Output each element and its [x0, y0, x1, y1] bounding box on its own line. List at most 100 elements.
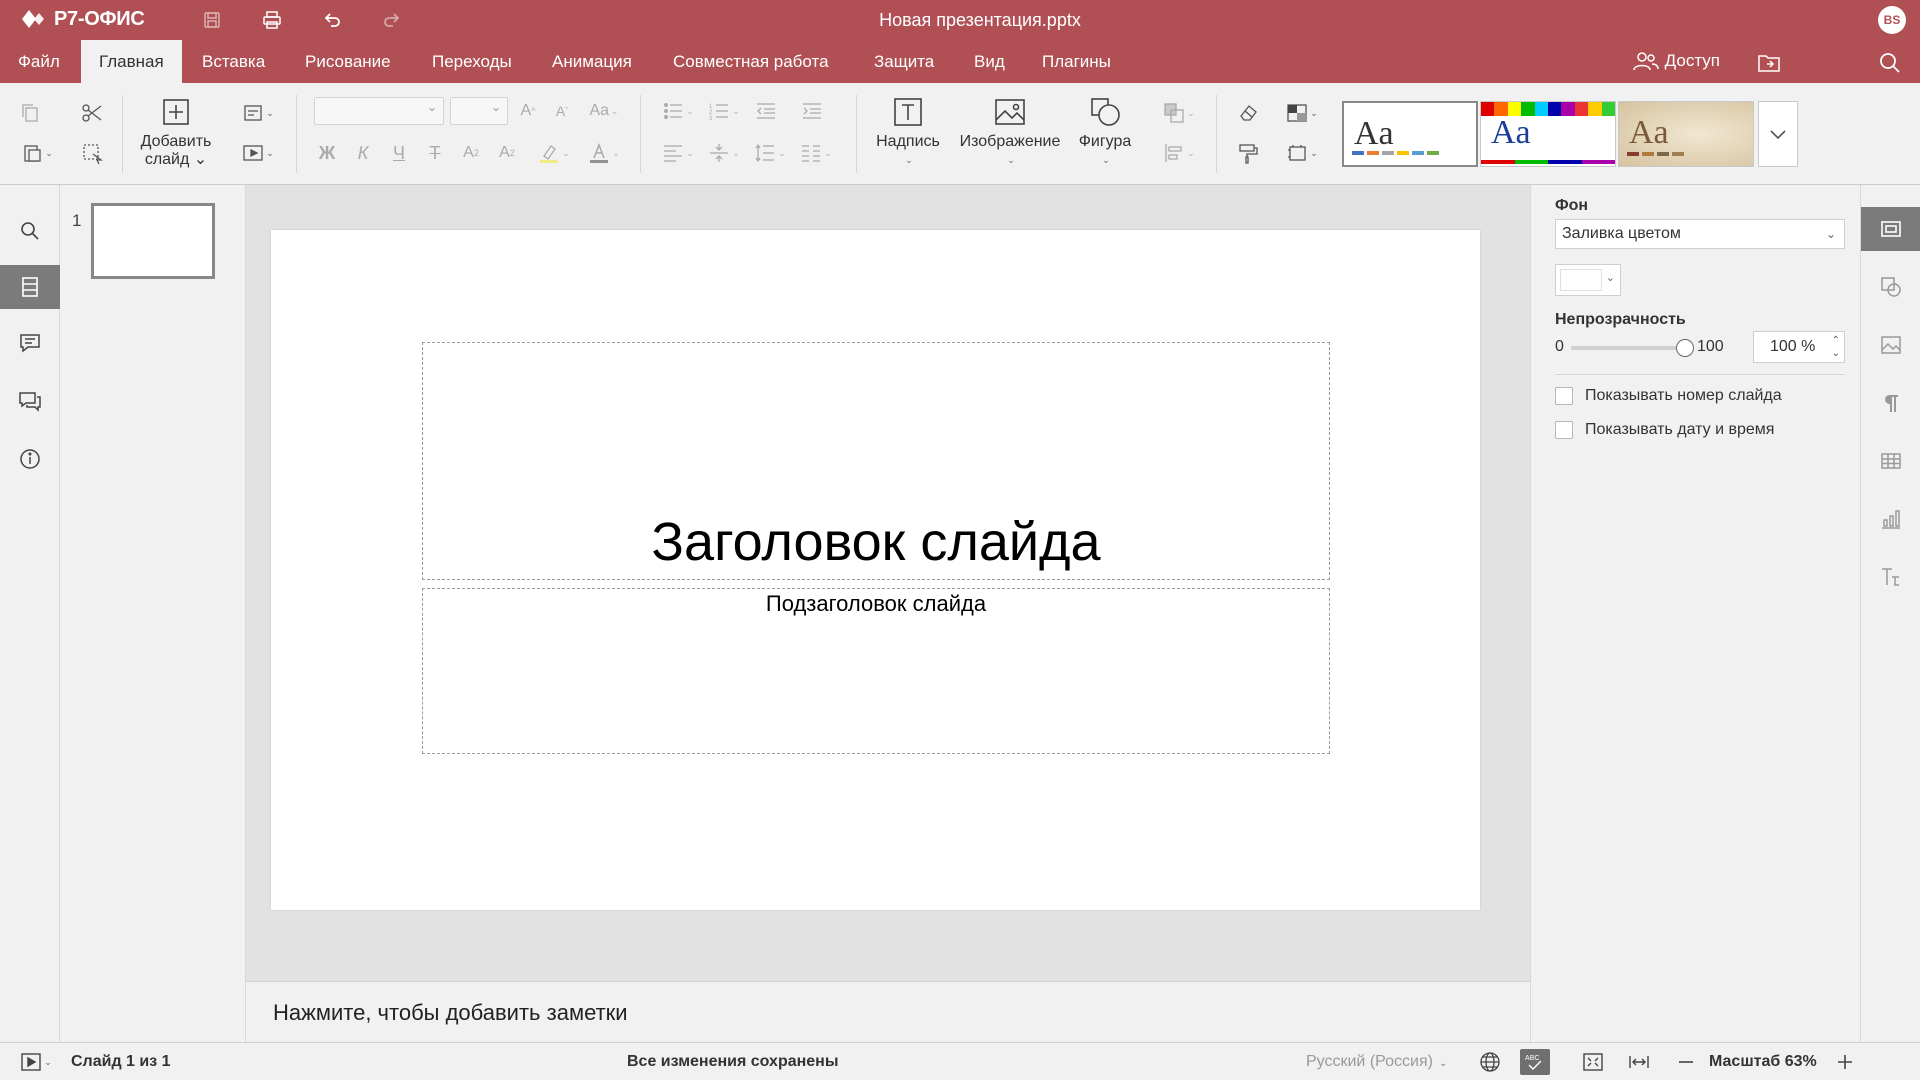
bold-icon[interactable]: Ж: [314, 139, 340, 167]
opacity-slider-track[interactable]: [1571, 346, 1689, 350]
theme-bottom-bands: [1481, 160, 1615, 164]
tab-draw[interactable]: Рисование: [287, 40, 409, 83]
image-button[interactable]: Изображение ⌄: [952, 95, 1068, 169]
search-icon[interactable]: [1878, 52, 1902, 74]
font-family-select[interactable]: [314, 97, 444, 125]
arrange-icon[interactable]: ⌄: [1158, 99, 1200, 127]
themes-more-button[interactable]: [1758, 101, 1798, 167]
underline-icon[interactable]: Ч: [386, 139, 412, 167]
show-slide-number-checkbox[interactable]: [1555, 387, 1573, 405]
tab-protection[interactable]: Защита: [856, 40, 952, 83]
zoom-out-icon[interactable]: [1673, 1050, 1699, 1074]
document-title: Новая презентация.pptx: [879, 10, 1081, 30]
paste-icon[interactable]: ⌄: [14, 139, 60, 167]
subtitle-placeholder[interactable]: Подзаголовок слайда: [422, 588, 1330, 754]
notes-area[interactable]: Нажмите, чтобы добавить заметки: [246, 981, 1530, 1042]
align-shapes-icon[interactable]: ⌄: [1158, 139, 1200, 167]
select-all-icon[interactable]: [78, 139, 106, 167]
slide-title-text[interactable]: Заголовок слайда: [423, 511, 1329, 573]
zoom-level[interactable]: Масштаб 63%: [1709, 1053, 1817, 1071]
decrease-indent-icon[interactable]: [752, 97, 780, 125]
font-size-select[interactable]: [450, 97, 508, 125]
text-art-settings-icon[interactable]: [1861, 555, 1920, 599]
theme-vintage[interactable]: Aa: [1618, 101, 1754, 167]
language-select[interactable]: Русский (Россия) ⌄: [1306, 1053, 1447, 1071]
format-painter-icon[interactable]: [1234, 139, 1262, 167]
add-slide-button[interactable]: Добавить слайд ⌄: [136, 95, 216, 169]
show-date-time-checkbox[interactable]: [1555, 421, 1573, 439]
comments-icon[interactable]: [0, 321, 60, 365]
tab-transitions[interactable]: Переходы: [414, 40, 530, 83]
slide-subtitle-text[interactable]: Подзаголовок слайда: [423, 591, 1329, 617]
font-increase-icon[interactable]: A ^: [516, 97, 540, 125]
image-settings-icon[interactable]: [1861, 323, 1920, 367]
slide-canvas[interactable]: Заголовок слайда Подзаголовок слайда: [271, 230, 1480, 910]
slides-panel-icon[interactable]: [0, 265, 60, 309]
font-color-icon[interactable]: ⌄: [582, 139, 626, 167]
paragraph-settings-icon[interactable]: [1861, 381, 1920, 425]
italic-icon[interactable]: К: [350, 139, 376, 167]
slide-settings-icon[interactable]: [1861, 207, 1920, 251]
tab-view[interactable]: Вид: [956, 40, 1023, 83]
zoom-in-icon[interactable]: [1832, 1050, 1858, 1074]
line-spacing-icon[interactable]: ⌄: [750, 139, 790, 167]
color-scheme-icon[interactable]: ⌄: [1280, 99, 1324, 127]
table-settings-icon[interactable]: [1861, 439, 1920, 483]
shape-button[interactable]: Фигура ⌄: [1072, 95, 1138, 169]
tab-animation[interactable]: Анимация: [534, 40, 650, 83]
fit-width-icon[interactable]: [1626, 1050, 1652, 1074]
highlight-icon[interactable]: ⌄: [532, 139, 576, 167]
tab-insert[interactable]: Вставка: [184, 40, 283, 83]
tab-plugins[interactable]: Плагины: [1024, 40, 1129, 83]
start-slideshow-button[interactable]: ⌄: [16, 1050, 56, 1074]
columns-icon[interactable]: ⌄: [796, 139, 836, 167]
subscript-icon[interactable]: A2: [494, 139, 520, 167]
theme-blank[interactable]: Aa: [1342, 101, 1478, 167]
textbox-label: Надпись: [876, 133, 940, 150]
textbox-button[interactable]: Надпись ⌄: [870, 95, 946, 169]
clear-style-icon[interactable]: [1234, 99, 1262, 127]
theme-colorful[interactable]: Aa: [1480, 101, 1616, 167]
right-sidebar-rail: [1860, 185, 1920, 1042]
tab-file[interactable]: Файл: [0, 40, 78, 83]
shape-settings-icon[interactable]: [1861, 265, 1920, 309]
fit-slide-icon[interactable]: [1580, 1050, 1606, 1074]
copy-icon[interactable]: [16, 99, 44, 127]
tab-collaboration[interactable]: Совместная работа: [655, 40, 847, 83]
access-button[interactable]: Доступ: [1632, 50, 1720, 72]
doc-language-icon[interactable]: [1477, 1050, 1503, 1074]
increase-indent-icon[interactable]: [798, 97, 826, 125]
shape-label: Фигура: [1078, 133, 1132, 150]
chevron-down-icon: ⌄: [1605, 272, 1615, 284]
chat-icon[interactable]: [0, 379, 60, 423]
thumbnail-number: 1: [72, 211, 82, 230]
slide-size-icon[interactable]: ⌄: [1280, 139, 1324, 167]
spellcheck-icon[interactable]: ABC: [1520, 1049, 1550, 1075]
numbering-icon[interactable]: 1 2 3 ⌄: [704, 97, 744, 125]
opacity-slider-handle[interactable]: [1676, 339, 1694, 357]
vertical-align-icon[interactable]: ⌄: [704, 139, 744, 167]
bullets-icon[interactable]: ⌄: [658, 97, 698, 125]
open-location-icon[interactable]: [1757, 52, 1781, 74]
cut-icon[interactable]: [78, 99, 106, 127]
strikethrough-icon[interactable]: Т: [422, 139, 448, 167]
search-panel-icon[interactable]: [0, 209, 60, 253]
align-left-icon[interactable]: ⌄: [658, 139, 698, 167]
opacity-spinner[interactable]: ⌃ ⌄: [1832, 334, 1840, 360]
superscript-icon[interactable]: A2: [458, 139, 484, 167]
chart-settings-icon[interactable]: [1861, 497, 1920, 541]
font-decrease-icon[interactable]: Aˇ: [550, 97, 574, 125]
tab-home[interactable]: Главная: [81, 40, 182, 83]
info-icon[interactable]: [0, 437, 60, 481]
fill-color-picker[interactable]: ⌄: [1555, 264, 1621, 296]
title-placeholder[interactable]: Заголовок слайда: [422, 342, 1330, 580]
opacity-input[interactable]: 100 % ⌃ ⌄: [1753, 331, 1845, 363]
slide-thumbnail[interactable]: [91, 203, 215, 279]
slideshow-icon[interactable]: ⌄: [236, 139, 280, 167]
show-slide-number-row[interactable]: Показывать номер слайда: [1555, 387, 1782, 405]
user-avatar[interactable]: BS: [1878, 6, 1906, 34]
fill-type-select[interactable]: Заливка цветом ⌄: [1555, 219, 1845, 249]
show-date-time-row[interactable]: Показывать дату и время: [1555, 421, 1774, 439]
layout-icon[interactable]: ⌄: [236, 99, 280, 127]
change-case-icon[interactable]: Aa ⌄: [582, 97, 626, 125]
